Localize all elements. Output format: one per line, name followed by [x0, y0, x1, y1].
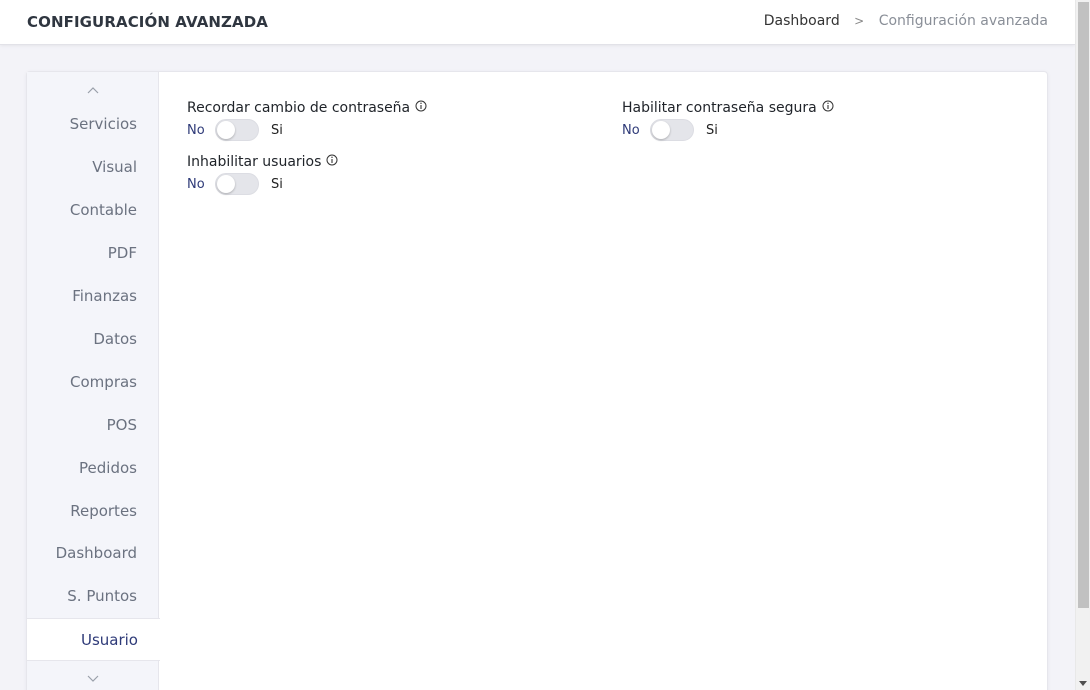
setting-label: Habilitar contraseña segura: [622, 100, 817, 116]
tab-visual[interactable]: Visual: [27, 146, 159, 189]
scrollbar-thumb[interactable]: [1078, 2, 1089, 608]
toggle-on-label: Si: [706, 122, 718, 138]
tabs-scroll-down-icon[interactable]: [27, 669, 159, 689]
toggle-knob: [217, 175, 235, 193]
info-icon[interactable]: [326, 154, 338, 166]
settings-tabs: Servicios Visual Contable PDF Finanzas D…: [27, 72, 160, 690]
tab-dashboard[interactable]: Dashboard: [27, 532, 159, 575]
tab-compras[interactable]: Compras: [27, 361, 159, 404]
setting-contrasena-segura: Habilitar contraseña segura No Si: [622, 100, 834, 141]
inhabilitar-usuarios-toggle[interactable]: [215, 173, 259, 195]
tabs-scroll-up-icon[interactable]: [27, 80, 159, 100]
toggle-on-label: Si: [271, 122, 283, 138]
breadcrumb-separator: >: [854, 14, 865, 28]
toggle-row: No Si: [622, 119, 834, 141]
page-scrollbar[interactable]: [1075, 0, 1090, 690]
tab-pdf[interactable]: PDF: [27, 232, 159, 275]
tab-pos[interactable]: POS: [27, 404, 159, 447]
breadcrumb-current: Configuración avanzada: [878, 13, 1048, 29]
toggle-knob: [217, 121, 235, 139]
setting-label: Recordar cambio de contraseña: [187, 100, 411, 116]
setting-label: Inhabilitar usuarios: [187, 154, 322, 170]
settings-panel: Recordar cambio de contraseña No Si Habi…: [187, 72, 1047, 690]
tab-finanzas[interactable]: Finanzas: [27, 275, 159, 318]
toggle-row: No Si: [187, 119, 427, 141]
contrasena-segura-toggle[interactable]: [650, 119, 694, 141]
toggle-row: No Si: [187, 173, 338, 195]
tab-usuario[interactable]: Usuario: [27, 618, 160, 661]
setting-label-wrapper: Recordar cambio de contraseña: [187, 100, 427, 116]
setting-label-wrapper: Habilitar contraseña segura: [622, 100, 834, 116]
tab-s-puntos[interactable]: S. Puntos: [27, 575, 159, 618]
toggle-off-label: No: [187, 176, 205, 192]
toggle-off-label: No: [622, 122, 640, 138]
toggle-off-label: No: [187, 122, 205, 138]
breadcrumb-home-link[interactable]: Dashboard: [764, 13, 840, 29]
setting-inhabilitar-usuarios: Inhabilitar usuarios No Si: [187, 154, 338, 195]
tab-pedidos[interactable]: Pedidos: [27, 447, 159, 490]
recordar-cambio-toggle[interactable]: [215, 119, 259, 141]
tab-servicios[interactable]: Servicios: [27, 103, 159, 146]
info-icon[interactable]: [822, 100, 834, 112]
top-bar: CONFIGURACIÓN AVANZADA Dashboard > Confi…: [0, 0, 1075, 45]
tab-contable[interactable]: Contable: [27, 189, 159, 232]
tab-reportes[interactable]: Reportes: [27, 490, 159, 533]
setting-recordar-cambio: Recordar cambio de contraseña No Si: [187, 100, 427, 141]
info-icon[interactable]: [415, 100, 427, 112]
page-title: CONFIGURACIÓN AVANZADA: [27, 13, 268, 31]
tab-datos[interactable]: Datos: [27, 318, 159, 361]
scroll-down-arrow-icon[interactable]: [1079, 681, 1087, 686]
setting-label-wrapper: Inhabilitar usuarios: [187, 154, 338, 170]
settings-card: Servicios Visual Contable PDF Finanzas D…: [26, 71, 1048, 690]
breadcrumb: Dashboard > Configuración avanzada: [764, 13, 1048, 29]
toggle-knob: [652, 121, 670, 139]
toggle-on-label: Si: [271, 176, 283, 192]
